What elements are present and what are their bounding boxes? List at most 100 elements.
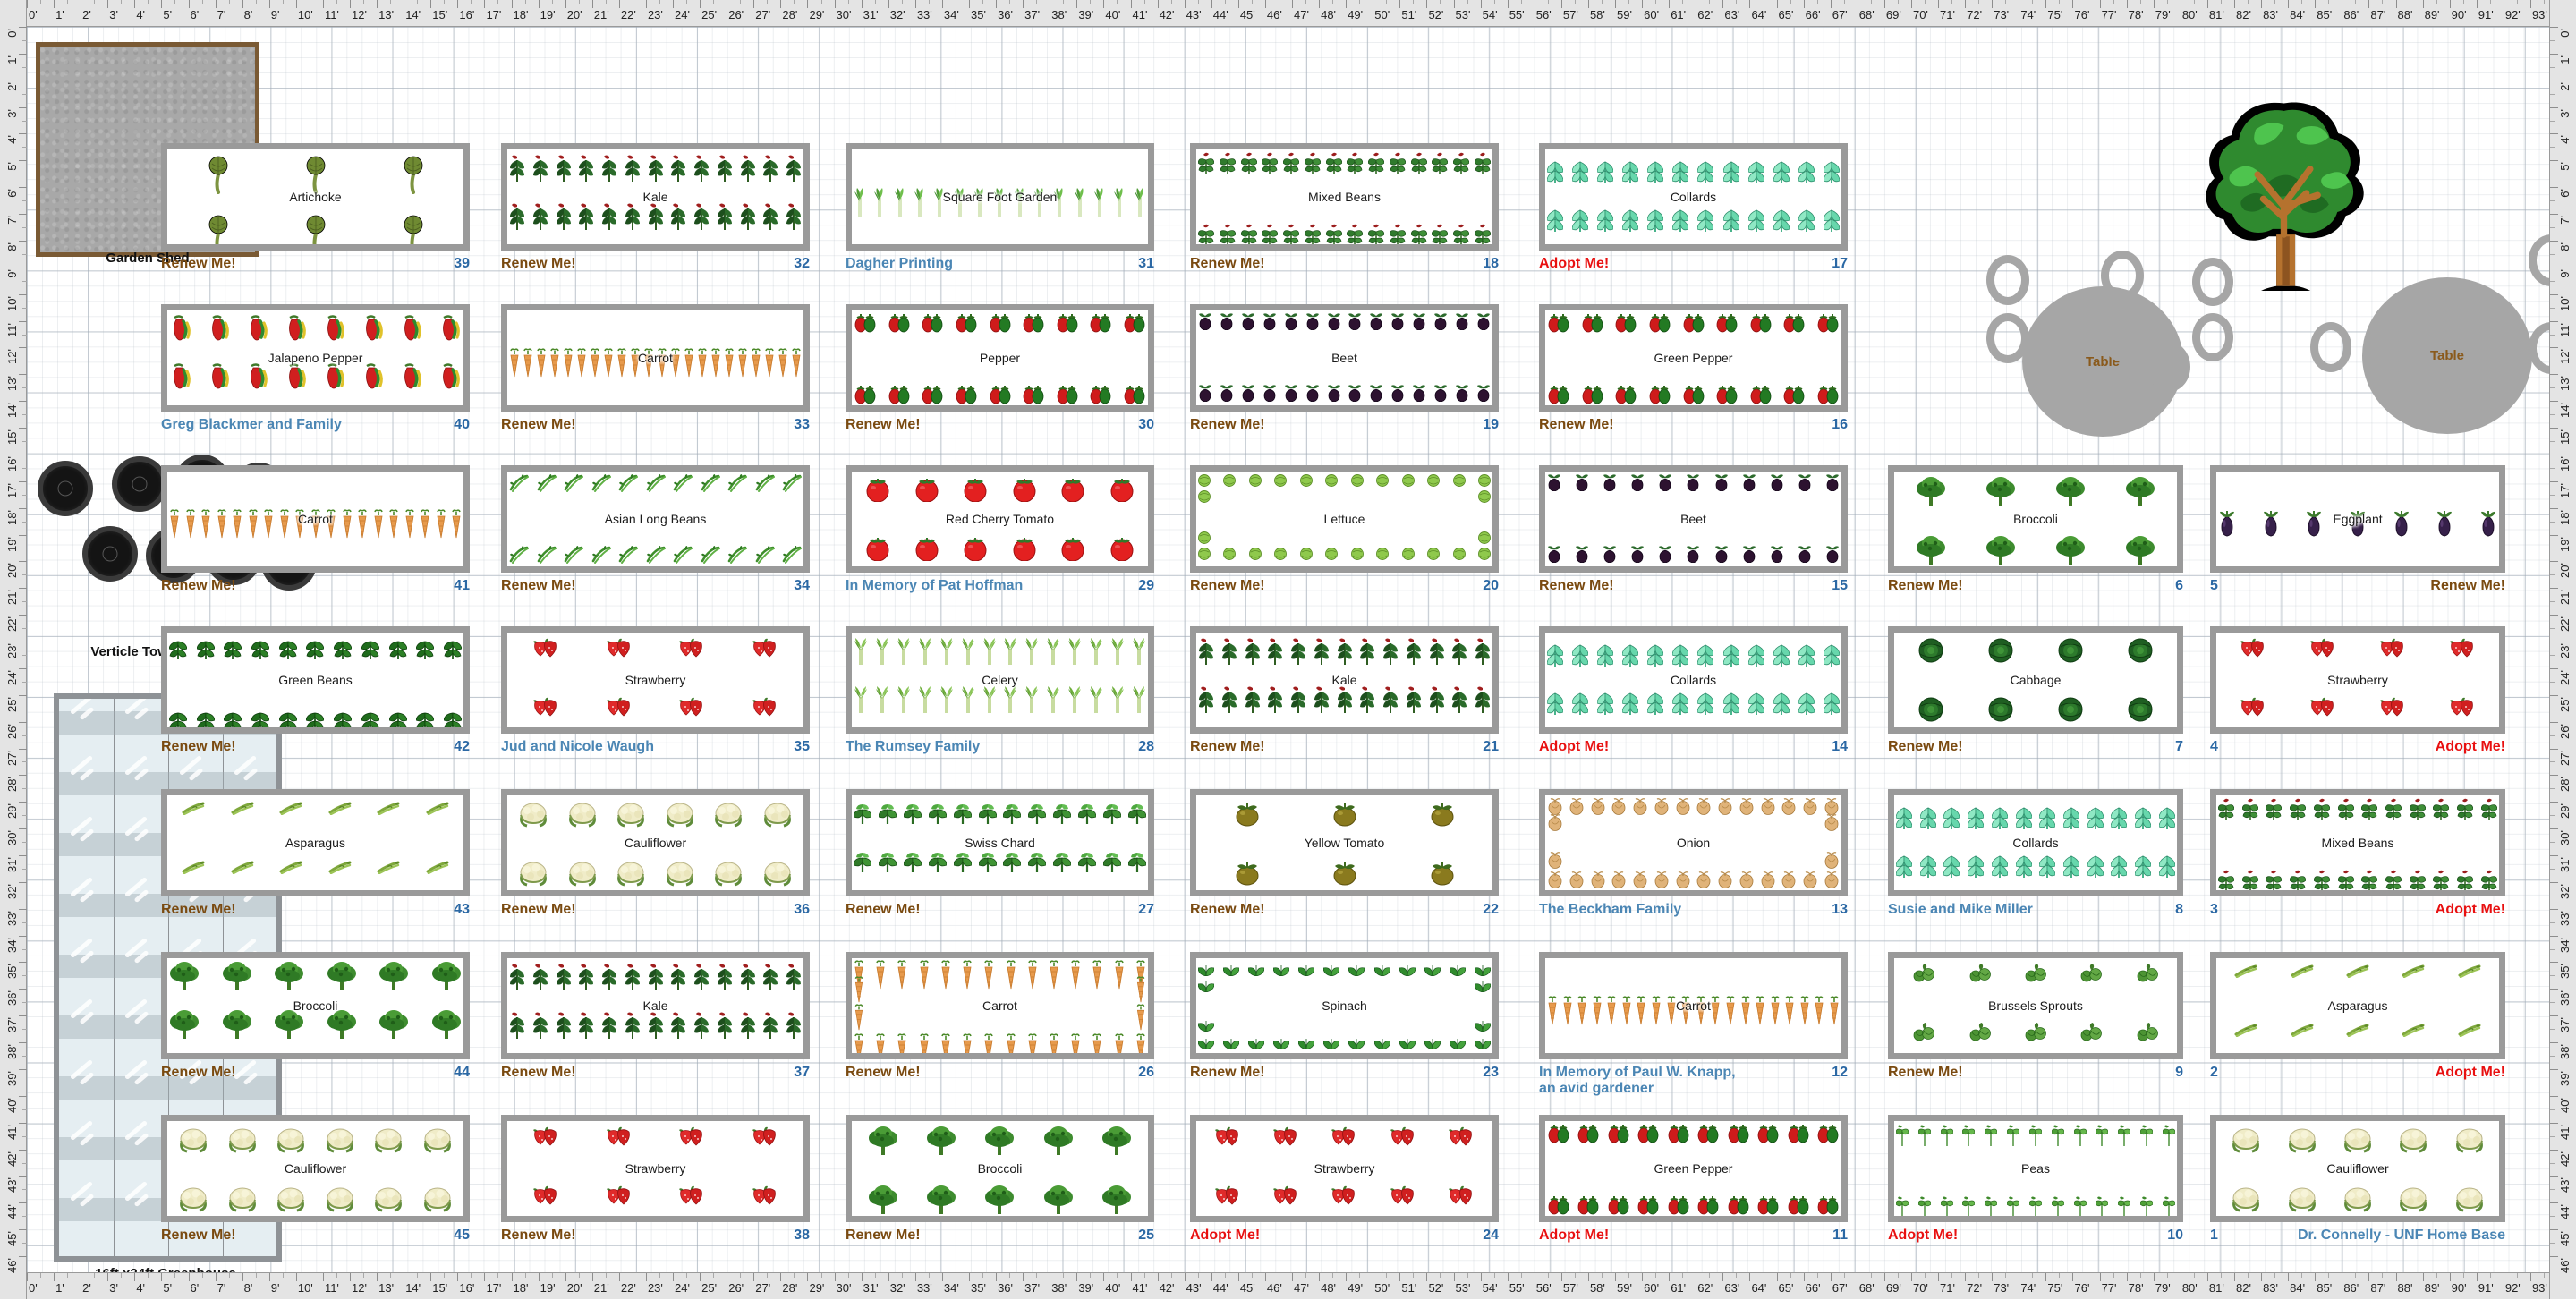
garden-bed[interactable]: Cauliflower	[161, 1115, 470, 1222]
bed-status[interactable]: Renew Me!	[501, 902, 576, 918]
garden-bed[interactable]: Green Pepper	[1539, 1115, 1848, 1222]
bed-status[interactable]: Renew Me!	[501, 417, 576, 433]
bed-status[interactable]: Renew Me!	[161, 902, 236, 918]
garden-bed[interactable]: Strawberry	[1190, 1115, 1499, 1222]
garden-bed[interactable]: Celery	[846, 626, 1154, 734]
garden-bed[interactable]: Asparagus	[2210, 952, 2505, 1059]
garden-bed[interactable]: Strawberry	[2210, 626, 2505, 734]
bed-status[interactable]: Adopt Me!	[1539, 256, 1609, 272]
bed-status[interactable]: Renew Me!	[1888, 1065, 1963, 1081]
garden-bed[interactable]: Swiss Chard	[846, 789, 1154, 896]
bed-status[interactable]: Renew Me!	[1190, 256, 1265, 272]
garden-bed[interactable]: Collards	[1888, 789, 2183, 896]
chair[interactable]	[2529, 322, 2549, 374]
bed-status[interactable]: Renew Me!	[501, 1065, 576, 1081]
bed-status[interactable]: Renew Me!	[846, 1065, 921, 1081]
tower-barrel[interactable]	[112, 456, 167, 512]
garden-bed[interactable]: Jalapeno Pepper	[161, 304, 470, 412]
garden-bed[interactable]: Carrot	[161, 465, 470, 573]
bed-status[interactable]: Renew Me!	[846, 417, 921, 433]
garden-bed[interactable]: Collards	[1539, 626, 1848, 734]
bed-status[interactable]: Greg Blackmer and Family	[161, 417, 342, 433]
bed-status[interactable]: Dr. Connelly - UNF Home Base	[2298, 1228, 2505, 1244]
garden-bed[interactable]: Onion	[1539, 789, 1848, 896]
garden-bed[interactable]: Beet	[1539, 465, 1848, 573]
bed-status[interactable]: Renew Me!	[161, 739, 236, 755]
garden-bed[interactable]: Kale	[1190, 626, 1499, 734]
garden-bed[interactable]: Mixed Beans	[1190, 143, 1499, 251]
bed-status[interactable]: Renew Me!	[1888, 739, 1963, 755]
bed-status[interactable]: Renew Me!	[1888, 578, 1963, 594]
bed-status[interactable]: Renew Me!	[1190, 902, 1265, 918]
bed-status[interactable]: Renew Me!	[1539, 417, 1614, 433]
bed-status[interactable]: Adopt Me!	[2436, 739, 2505, 755]
bed-status[interactable]: Renew Me!	[846, 902, 921, 918]
garden-bed[interactable]: Carrot	[1539, 952, 1848, 1059]
garden-bed[interactable]: Yellow Tomato	[1190, 789, 1499, 896]
bed-status[interactable]: Renew Me!	[1539, 578, 1614, 594]
bed-status[interactable]: Adopt Me!	[1190, 1228, 1260, 1244]
chair[interactable]	[1986, 255, 2029, 305]
bed-status[interactable]: Susie and Mike Miller	[1888, 902, 2033, 918]
bed-status[interactable]: Adopt Me!	[2436, 902, 2505, 918]
bed-status[interactable]: Renew Me!	[846, 1228, 921, 1244]
bed-status[interactable]: Renew Me!	[1190, 578, 1265, 594]
bed-status[interactable]: Renew Me!	[2430, 578, 2505, 594]
bed-status[interactable]: Dagher Printing	[846, 256, 953, 272]
garden-bed[interactable]: Mixed Beans	[2210, 789, 2505, 896]
garden-bed[interactable]: Lettuce	[1190, 465, 1499, 573]
garden-bed[interactable]: Collards	[1539, 143, 1848, 251]
chair[interactable]	[2192, 258, 2233, 306]
garden-bed[interactable]: Brussels Sprouts	[1888, 952, 2183, 1059]
bed-status[interactable]: In Memory of Paul W. Knapp, an avid gard…	[1539, 1065, 1736, 1097]
garden-bed[interactable]: Spinach	[1190, 952, 1499, 1059]
garden-bed[interactable]: Eggplant	[2210, 465, 2505, 573]
chair[interactable]	[2192, 313, 2233, 361]
garden-bed[interactable]: Kale	[501, 143, 810, 251]
bed-status[interactable]: Renew Me!	[161, 256, 236, 272]
garden-bed[interactable]: Asparagus	[161, 789, 470, 896]
garden-bed[interactable]: Broccoli	[1888, 465, 2183, 573]
bed-status[interactable]: Renew Me!	[161, 578, 236, 594]
chair[interactable]	[2101, 311, 2144, 361]
bed-status[interactable]: Adopt Me!	[2436, 1065, 2505, 1081]
bed-status[interactable]: The Beckham Family	[1539, 902, 1681, 918]
bed-status[interactable]: Renew Me!	[1190, 417, 1265, 433]
bed-status[interactable]: In Memory of Pat Hoffman	[846, 578, 1023, 594]
chair[interactable]	[2529, 234, 2549, 286]
bed-status[interactable]: The Rumsey Family	[846, 739, 980, 755]
garden-bed[interactable]: Broccoli	[846, 1115, 1154, 1222]
bed-status[interactable]: Renew Me!	[1190, 739, 1265, 755]
chair[interactable]	[2147, 342, 2190, 392]
garden-bed[interactable]: Green Pepper	[1539, 304, 1848, 412]
bed-status[interactable]: Adopt Me!	[1539, 739, 1609, 755]
garden-bed[interactable]: Carrot	[501, 304, 810, 412]
garden-bed[interactable]: Red Cherry Tomato	[846, 465, 1154, 573]
garden-bed[interactable]: Carrot	[846, 952, 1154, 1059]
garden-bed[interactable]: Pepper	[846, 304, 1154, 412]
garden-bed[interactable]: Broccoli	[161, 952, 470, 1059]
garden-bed[interactable]: Beet	[1190, 304, 1499, 412]
bed-status[interactable]: Renew Me!	[161, 1065, 236, 1081]
garden-bed[interactable]: Artichoke	[161, 143, 470, 251]
table[interactable]: Table	[2362, 277, 2532, 434]
garden-bed[interactable]: Cabbage	[1888, 626, 2183, 734]
garden-bed[interactable]: Cauliflower	[501, 789, 810, 896]
bed-status[interactable]: Renew Me!	[501, 1228, 576, 1244]
chair[interactable]	[1986, 313, 2029, 363]
garden-bed[interactable]: Green Beans	[161, 626, 470, 734]
bed-status[interactable]: Renew Me!	[501, 578, 576, 594]
garden-canvas[interactable]: Garden Shed Verticle Tower Garden 16ft x…	[27, 27, 2549, 1272]
tower-barrel[interactable]	[82, 526, 138, 582]
chair[interactable]	[2310, 322, 2351, 372]
bed-status[interactable]: Adopt Me!	[1888, 1228, 1958, 1244]
bed-status[interactable]: Renew Me!	[501, 256, 576, 272]
bed-status[interactable]: Renew Me!	[1190, 1065, 1265, 1081]
garden-bed[interactable]: Kale	[501, 952, 810, 1059]
garden-bed[interactable]: Peas	[1888, 1115, 2183, 1222]
garden-bed[interactable]: Asian Long Beans	[501, 465, 810, 573]
bed-status[interactable]: Renew Me!	[161, 1228, 236, 1244]
garden-bed[interactable]: Square Foot Garden	[846, 143, 1154, 251]
tower-barrel[interactable]	[38, 461, 93, 516]
bed-status[interactable]: Adopt Me!	[1539, 1228, 1609, 1244]
